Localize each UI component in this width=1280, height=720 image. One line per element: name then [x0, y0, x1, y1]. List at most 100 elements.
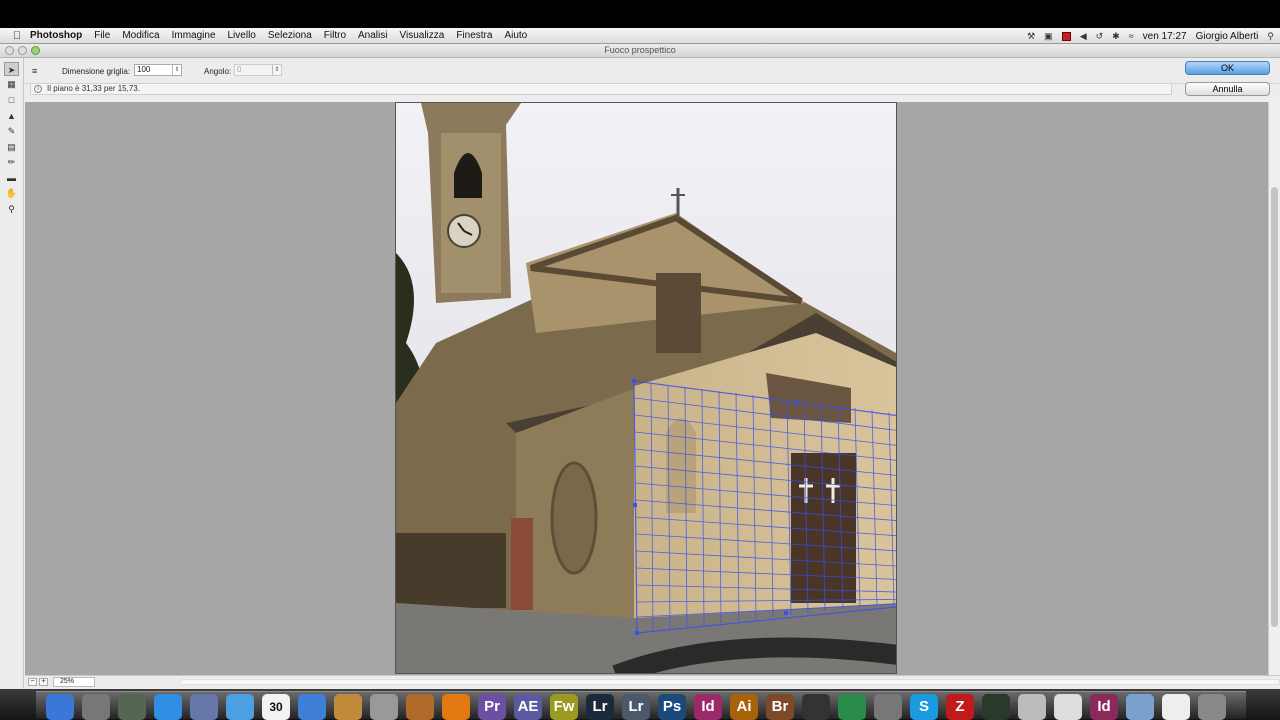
dock-icon-lightroom[interactable]: Lr: [586, 694, 614, 720]
dock-icon-document[interactable]: [1162, 694, 1190, 720]
info-icon: i: [34, 85, 42, 93]
hand-tool-icon[interactable]: ✋: [4, 186, 19, 200]
gate: [396, 533, 506, 608]
dock-icon-preview[interactable]: [190, 694, 218, 720]
menu-finestra[interactable]: Finestra: [450, 30, 498, 41]
volume-icon[interactable]: ◀: [1080, 31, 1087, 42]
dock-icon-bridge[interactable]: Br: [766, 694, 794, 720]
bluetooth-icon[interactable]: ✱: [1112, 31, 1120, 42]
dock-icon-itunes[interactable]: [298, 694, 326, 720]
zoom-out-button[interactable]: −: [28, 678, 37, 686]
brush-tool-icon[interactable]: ✎: [4, 124, 19, 138]
spotlight-search-icon[interactable]: ⚲: [1267, 31, 1274, 42]
record-tray-icon[interactable]: [1061, 31, 1071, 41]
dock-icon-app-store[interactable]: [154, 694, 182, 720]
menu-immagine[interactable]: Immagine: [166, 30, 222, 41]
wifi-icon[interactable]: ≈: [1129, 31, 1134, 41]
angle-stepper-icon[interactable]: ⇕: [272, 65, 281, 75]
window-titlebar: Fuoco prospettico: [0, 44, 1280, 58]
menu-aiuto[interactable]: Aiuto: [498, 30, 533, 41]
dock-icon-safari[interactable]: [226, 694, 254, 720]
dock-icon-indesign-2[interactable]: Id: [1090, 694, 1118, 720]
zoom-tool-icon[interactable]: ⚲: [4, 202, 19, 216]
stamp-tool-icon[interactable]: ▲: [4, 109, 19, 123]
status-bar: − + 25%: [25, 675, 1280, 687]
dock-icon-aperture[interactable]: [802, 694, 830, 720]
dock-icon-lightroom-2[interactable]: Lr: [622, 694, 650, 720]
zoom-level-field[interactable]: 25%: [53, 677, 95, 687]
tool-options-menu-icon[interactable]: ≡: [32, 66, 37, 76]
letterbox-top: [0, 0, 1280, 28]
facade-niche: [666, 418, 696, 513]
dock-icon-launchpad[interactable]: [82, 694, 110, 720]
eyedropper-tool-icon[interactable]: ✏: [4, 155, 19, 169]
menu-file[interactable]: File: [88, 30, 116, 41]
dock-icon-after-effects[interactable]: AE: [514, 694, 542, 720]
grid-size-input[interactable]: 100 ⇕: [134, 64, 182, 76]
dock-icon-automator[interactable]: [370, 694, 398, 720]
zoom-in-button[interactable]: +: [39, 678, 48, 686]
dock-icon-filezilla[interactable]: Z: [946, 694, 974, 720]
info-message: Il piano è 31,33 per 15,73.: [47, 84, 140, 93]
dock-icon-vlc[interactable]: [442, 694, 470, 720]
menu-modifica[interactable]: Modifica: [116, 30, 165, 41]
dock-icon-activity-monitor[interactable]: [982, 694, 1010, 720]
vertical-scroll-thumb[interactable]: [1271, 187, 1278, 627]
cancel-button[interactable]: Annulla: [1185, 82, 1270, 96]
dock-icon-indesign[interactable]: Id: [694, 694, 722, 720]
dock-icon-money[interactable]: [838, 694, 866, 720]
ok-button[interactable]: OK: [1185, 61, 1270, 75]
dock-icon-calendar[interactable]: 30: [262, 694, 290, 720]
measure-tool-icon[interactable]: ▬: [4, 171, 19, 185]
grid-size-stepper-icon[interactable]: ⇕: [172, 65, 181, 75]
tool-tray-icon[interactable]: ⚒: [1027, 31, 1035, 42]
dock-icon-finder[interactable]: [46, 694, 74, 720]
tool-options-bar: ≡ Dimensione griglia: 100 ⇕ Angolo: 0 ⇕: [24, 58, 1280, 84]
horizontal-scrollbar[interactable]: [180, 679, 1280, 685]
menu-analisi[interactable]: Analisi: [352, 30, 393, 41]
marquee-tool-icon[interactable]: □: [4, 93, 19, 107]
menu-user[interactable]: Giorgio Alberti: [1196, 31, 1259, 42]
menu-extras: ⚒ ▣ ◀ ↺ ✱ ≈ ven 17:27 Giorgio Alberti ⚲: [1027, 28, 1274, 44]
church-photo[interactable]: [395, 102, 897, 674]
dock: 30 Pr AE Fw Lr Lr Ps Id Ai Br S Z Id: [0, 689, 1280, 720]
dock-icon-fireworks[interactable]: Fw: [550, 694, 578, 720]
edit-plane-tool-icon[interactable]: ➤: [4, 62, 19, 76]
menu-seleziona[interactable]: Seleziona: [262, 30, 318, 41]
angle-label: Angolo:: [204, 67, 232, 76]
dock-icon-premiere[interactable]: Pr: [478, 694, 506, 720]
zoom-level-value: 25%: [60, 678, 75, 685]
dock-icon-textedit[interactable]: [1054, 694, 1082, 720]
brick-pillar: [511, 518, 533, 610]
dock-icon-skype[interactable]: S: [910, 694, 938, 720]
dock-icon-photo-viewer[interactable]: [334, 694, 362, 720]
angle-value: 0: [237, 65, 242, 74]
toolbox: ➤ ▦ □ ▲ ✎ ▤ ✏ ▬ ✋ ⚲: [0, 58, 24, 688]
dock-icon-trash[interactable]: [1198, 694, 1226, 720]
menu-visualizza[interactable]: Visualizza: [393, 30, 450, 41]
menu-livello[interactable]: Livello: [222, 30, 262, 41]
vertical-scrollbar[interactable]: [1268, 102, 1280, 676]
window-title: Fuoco prospettico: [604, 45, 676, 55]
dock-icon-illustrator[interactable]: Ai: [730, 694, 758, 720]
apple-menu-icon[interactable]: : [6, 30, 28, 42]
create-plane-tool-icon[interactable]: ▦: [4, 77, 19, 91]
dock-icon-folder[interactable]: [1126, 694, 1154, 720]
time-machine-icon[interactable]: ↺: [1096, 31, 1104, 42]
grid-size-value: 100: [137, 65, 151, 74]
menu-clock[interactable]: ven 17:27: [1143, 31, 1187, 42]
menu-bar:  Photoshop File Modifica Immagine Livel…: [0, 28, 1280, 44]
menu-app-name[interactable]: Photoshop: [28, 30, 88, 41]
dock-icon-guitar[interactable]: [406, 694, 434, 720]
dock-icon-photoshop[interactable]: Ps: [658, 694, 686, 720]
screen:  Photoshop File Modifica Immagine Livel…: [0, 0, 1280, 720]
angle-input[interactable]: 0 ⇕: [234, 64, 282, 76]
display-tray-icon[interactable]: ▣: [1044, 31, 1053, 42]
info-bar: i Il piano è 31,33 per 15,73.: [30, 83, 1172, 95]
dock-icon-system-preferences[interactable]: [874, 694, 902, 720]
upper-window: [656, 273, 701, 353]
menu-filtro[interactable]: Filtro: [318, 30, 352, 41]
dock-icon-disk-utility[interactable]: [1018, 694, 1046, 720]
dock-icon-mission-control[interactable]: [118, 694, 146, 720]
transform-tool-icon[interactable]: ▤: [4, 140, 19, 154]
